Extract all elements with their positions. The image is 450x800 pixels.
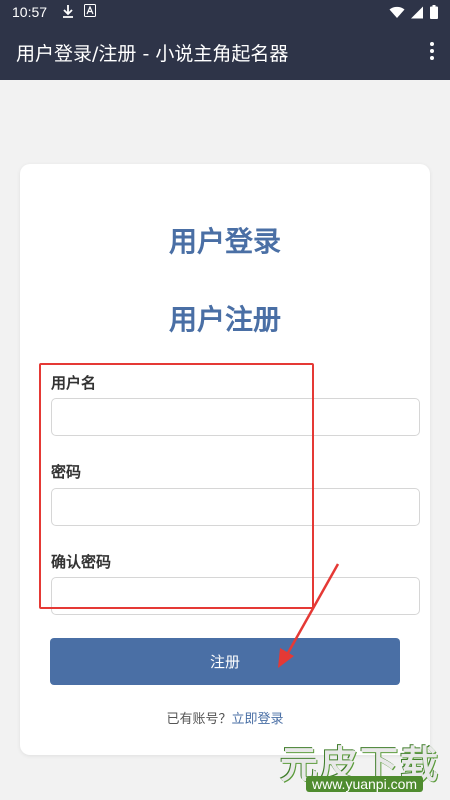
register-heading: 用户注册 xyxy=(168,303,281,336)
watermark: 元皮下载 www.yuanpi.com xyxy=(266,728,448,798)
status-time: 10:57 xyxy=(12,4,48,20)
wifi-icon xyxy=(389,6,405,23)
app-bar: 用户登录/注册 - 小说主角起名器 xyxy=(0,24,450,80)
more-vert-icon[interactable] xyxy=(426,40,438,64)
login-prompt-row: 已有账号？立即登录 xyxy=(20,708,430,727)
login-prompt-text: 已有账号？ xyxy=(166,712,232,727)
battery-icon xyxy=(430,5,438,23)
app-title: 用户登录/注册 - 小说主角起名器 xyxy=(16,43,289,65)
notification-a-icon xyxy=(84,4,96,22)
login-link[interactable]: 立即登录 xyxy=(232,712,284,727)
signal-icon xyxy=(411,6,424,23)
status-bar: 10:57 xyxy=(0,0,450,24)
download-icon xyxy=(62,4,74,22)
watermark-url: www.yuanpi.com xyxy=(306,776,424,792)
annotation-arrow-icon xyxy=(278,563,340,668)
login-heading[interactable]: 用户登录 xyxy=(20,220,430,260)
